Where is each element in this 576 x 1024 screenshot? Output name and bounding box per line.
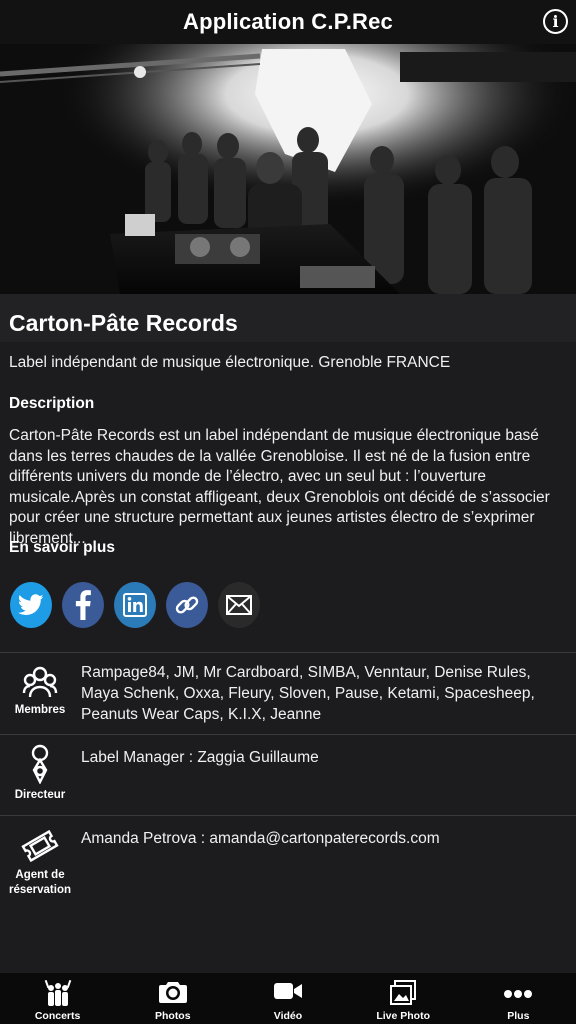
hero-photo	[0, 44, 576, 294]
agent-label-line1: Agent de	[15, 869, 65, 881]
description-heading: Description	[9, 395, 95, 412]
members-row: Membres Rampage84, JM, Mr Cardboard, SIM…	[0, 652, 576, 734]
app-header: Application C.P.Rec i	[0, 0, 576, 44]
twitter-button[interactable]	[10, 582, 52, 628]
tie-person-icon	[31, 744, 49, 784]
agent-label: Agent de réservation	[0, 868, 80, 898]
members-label: Membres	[14, 704, 66, 716]
tab-photos[interactable]: Photos	[115, 973, 230, 1024]
bottom-tab-bar: Concerts Photos Vidéo Live Photo Plus	[0, 973, 576, 1024]
social-links	[10, 582, 260, 628]
app-title: Application C.P.Rec	[183, 9, 393, 34]
tab-video-label: Vidéo	[273, 1010, 303, 1022]
email-button[interactable]	[218, 582, 260, 628]
director-icon-column: Directeur	[0, 744, 80, 803]
ticket-icon	[21, 829, 59, 863]
more-info-heading: En savoir plus	[9, 539, 115, 556]
description-text: Carton-Pâte Records est un label indépen…	[9, 427, 550, 547]
photo-stack-icon	[390, 980, 417, 1005]
band-title: Carton-Pâte Records	[0, 294, 576, 342]
tab-photos-label: Photos	[154, 1010, 191, 1022]
members-group-icon	[22, 666, 58, 698]
tab-more[interactable]: Plus	[461, 973, 576, 1024]
tab-concerts[interactable]: Concerts	[0, 973, 115, 1024]
director-row: Directeur Label Manager : Zaggia Guillau…	[0, 734, 576, 815]
director-label: Directeur	[14, 789, 66, 801]
facebook-button[interactable]	[62, 582, 104, 628]
members-icon-column: Membres	[0, 665, 80, 718]
mail-icon	[226, 595, 252, 615]
tab-concerts-label: Concerts	[34, 1010, 81, 1022]
linkedin-button[interactable]	[114, 582, 156, 628]
twitter-icon	[18, 594, 44, 615]
facebook-icon	[75, 590, 91, 620]
camera-icon	[158, 982, 187, 1003]
concert-crowd-icon	[44, 980, 71, 1006]
agent-label-line2: réservation	[8, 884, 71, 896]
info-icon[interactable]: i	[543, 9, 568, 34]
agent-icon-column: Agent de réservation	[0, 828, 80, 898]
booking-agent-row: Agent de réservation Amanda Petrova : am…	[0, 815, 576, 935]
link-icon	[175, 596, 199, 614]
website-link-button[interactable]	[166, 582, 208, 628]
more-dots-icon	[504, 990, 533, 998]
content-area: Label indépendant de musique électroniqu…	[0, 342, 576, 973]
tab-live-photo-label: Live Photo	[376, 1010, 430, 1022]
director-text: Label Manager : Zaggia Guillaume	[81, 749, 319, 766]
agent-contact: Amanda Petrova : amanda@cartonpaterecord…	[81, 830, 440, 847]
video-camera-icon	[273, 983, 302, 999]
tab-live-photo[interactable]: Live Photo	[346, 973, 461, 1024]
linkedin-icon	[123, 593, 147, 617]
members-list: Rampage84, JM, Mr Cardboard, SIMBA, Venn…	[81, 664, 535, 723]
tab-video[interactable]: Vidéo	[230, 973, 345, 1024]
tab-more-label: Plus	[507, 1010, 530, 1022]
band-tagline: Label indépendant de musique électroniqu…	[9, 354, 451, 371]
